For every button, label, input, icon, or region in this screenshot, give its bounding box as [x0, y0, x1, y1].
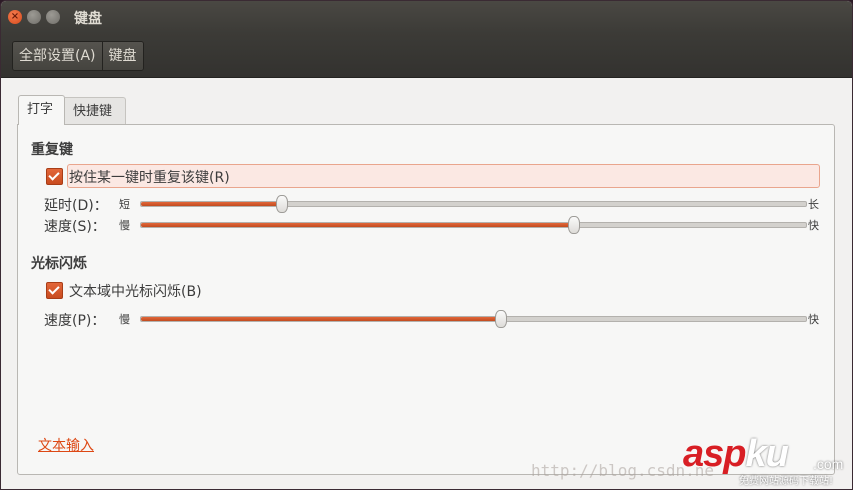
close-window-button[interactable]: ×	[8, 10, 22, 24]
blink-speed-slider-thumb[interactable]	[495, 310, 508, 328]
blink-speed-min-label: 慢	[119, 313, 130, 326]
delay-slider[interactable]	[140, 195, 807, 213]
blink-speed-max-label: 快	[808, 313, 819, 326]
logo-ku: ku	[745, 433, 788, 475]
window-title: 键盘	[74, 11, 102, 27]
blink-speed-slider-fill	[141, 317, 501, 321]
breadcrumb: 全部设置(A) 键盘	[12, 41, 144, 71]
repeat-speed-label: 速度(S)：	[44, 219, 106, 235]
cursor-blink-checkbox[interactable]	[46, 282, 63, 299]
maximize-window-button[interactable]	[46, 10, 60, 24]
keyboard-settings-window: × 键盘 全部设置(A) 键盘 打字 快捷键 重复键 按住某一键时重复该键(R)…	[0, 0, 853, 490]
watermark-subtitle: 免费网站源码下载站!	[739, 476, 834, 487]
all-settings-button[interactable]: 全部设置(A)	[13, 42, 102, 70]
repeat-speed-max-label: 快	[808, 219, 819, 232]
delay-max-label: 长	[808, 198, 819, 211]
repeat-speed-slider-fill	[141, 223, 574, 227]
repeat-speed-slider[interactable]	[140, 216, 807, 234]
cursor-blink-heading: 光标闪烁	[31, 256, 87, 272]
text-entry-link[interactable]: 文本输入	[38, 435, 94, 455]
delay-min-label: 短	[119, 198, 130, 211]
delay-slider-fill	[141, 202, 281, 206]
aspku-logo: aspku	[683, 433, 789, 476]
repeat-keys-label: 按住某一键时重复该键(R)	[69, 170, 230, 186]
logo-com: .com	[813, 456, 844, 472]
delay-slider-thumb[interactable]	[275, 195, 288, 213]
title-bar: × 键盘	[1, 1, 852, 33]
repeat-speed-slider-thumb[interactable]	[568, 216, 581, 234]
breadcrumb-keyboard[interactable]: 键盘	[101, 42, 143, 70]
delay-label: 延时(D)：	[44, 198, 108, 214]
logo-asp: asp	[683, 433, 746, 475]
minimize-window-button[interactable]	[27, 10, 41, 24]
main-content: 打字 快捷键 重复键 按住某一键时重复该键(R) 延时(D)： 短 长 速度(S…	[1, 78, 852, 489]
repeat-keys-checkbox[interactable]	[46, 168, 63, 185]
cursor-blink-label[interactable]: 文本域中光标闪烁(B)	[69, 281, 202, 301]
blink-speed-label: 速度(P)：	[44, 313, 106, 329]
blink-speed-slider[interactable]	[140, 310, 807, 328]
tab-typing[interactable]: 打字	[18, 95, 65, 125]
tab-shortcuts[interactable]: 快捷键	[65, 97, 126, 125]
toolbar: 全部设置(A) 键盘	[1, 33, 852, 78]
repeat-speed-min-label: 慢	[119, 219, 130, 232]
repeat-keys-heading: 重复键	[31, 142, 73, 158]
